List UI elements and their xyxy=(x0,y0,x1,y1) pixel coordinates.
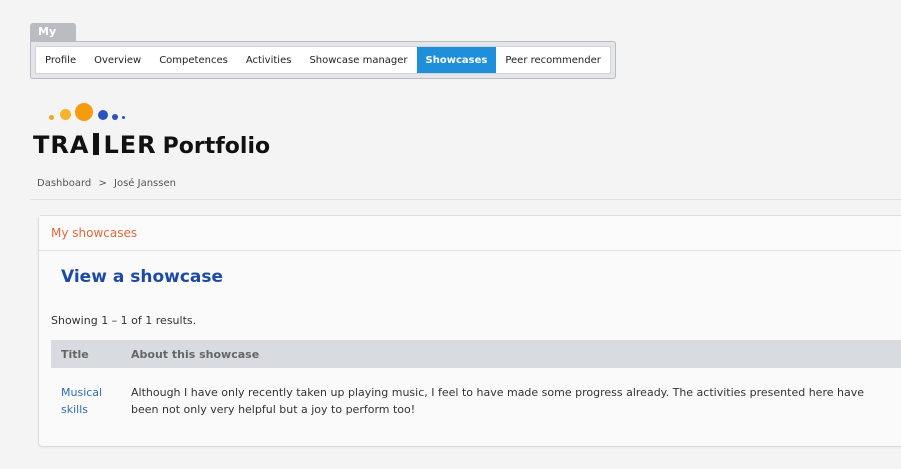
nav-item-competences[interactable]: Competences xyxy=(150,47,237,73)
results-count: Showing 1 – 1 of 1 results. xyxy=(51,314,197,327)
logo-dot-icon xyxy=(112,114,118,120)
logo-brand-b: LER xyxy=(103,131,157,159)
my-tab[interactable]: My xyxy=(30,23,76,41)
logo-dot-icon xyxy=(49,115,54,120)
nav-item-activities[interactable]: Activities xyxy=(237,47,301,73)
logo-dot-icon xyxy=(75,103,93,121)
nav-item-peer-recommender[interactable]: Peer recommender xyxy=(496,47,610,73)
nav-item-showcases[interactable]: Showcases xyxy=(416,47,497,73)
trailer-portfolio-logo: TRA LER Portfolio xyxy=(33,103,293,163)
logo-dot-icon xyxy=(60,109,71,120)
logo-brand-a: TRA xyxy=(33,131,90,159)
table-row: Musical skills Although I have only rece… xyxy=(51,384,901,418)
divider xyxy=(30,199,901,200)
column-header-about: About this showcase xyxy=(131,347,260,361)
nav-item-profile[interactable]: Profile xyxy=(36,47,85,73)
nav-item-overview[interactable]: Overview xyxy=(85,47,150,73)
logo-i-bar xyxy=(93,133,100,155)
showcases-panel: My showcases View a showcase Showing 1 –… xyxy=(38,215,901,447)
breadcrumb: Dashboard > José Janssen xyxy=(37,178,176,189)
showcase-title-link[interactable]: Musical skills xyxy=(51,384,131,418)
breadcrumb-home-link[interactable]: Dashboard xyxy=(37,178,91,189)
showcase-description: Although I have only recently taken up p… xyxy=(131,386,864,416)
panel-header: My showcases xyxy=(39,216,901,251)
breadcrumb-current: José Janssen xyxy=(114,178,176,189)
logo-suffix: Portfolio xyxy=(162,134,271,159)
column-header-title: Title xyxy=(61,347,89,361)
table-header: Title About this showcase xyxy=(51,340,901,368)
breadcrumb-separator: > xyxy=(98,178,107,189)
nav-bar: Profile Overview Competences Activities … xyxy=(30,41,616,79)
logo-wordmark: TRA LER Portfolio xyxy=(33,131,270,159)
logo-dot-icon xyxy=(122,116,125,119)
page-title: View a showcase xyxy=(61,267,224,287)
top-navigation: My Profile Overview Competences Activiti… xyxy=(30,20,616,79)
logo-dot-icon xyxy=(98,110,108,120)
nav-item-showcase-manager[interactable]: Showcase manager xyxy=(300,47,416,73)
